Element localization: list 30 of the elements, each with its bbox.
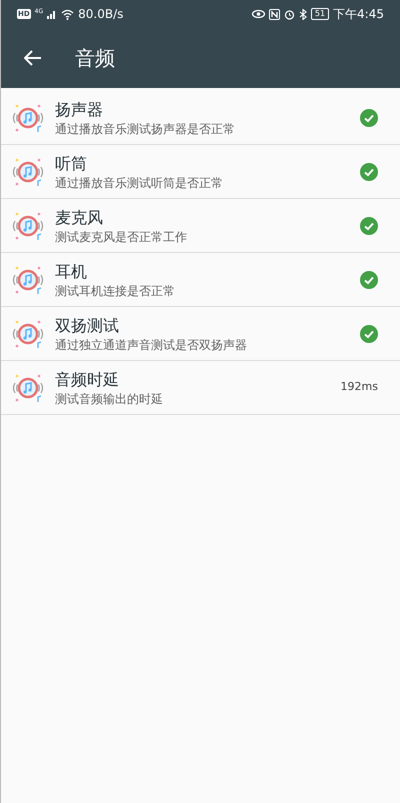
- test-description: 测试音频输出的时延: [55, 390, 164, 406]
- test-description: 通过播放音乐测试扬声器是否正常: [55, 120, 236, 136]
- network-speed: 80.0B/s: [78, 6, 124, 23]
- nfc-icon: [268, 8, 280, 20]
- test-description: 通过播放音乐测试听筒是否正常: [55, 174, 224, 190]
- clock: 下午4:45: [333, 6, 384, 23]
- test-list-item[interactable]: 扬声器 通过播放音乐测试扬声器是否正常: [1, 91, 400, 145]
- wifi-icon: [61, 8, 74, 20]
- test-list-item[interactable]: 耳机 测试耳机连接是否正常: [1, 253, 400, 307]
- test-title: 麦克风: [55, 206, 104, 228]
- test-title: 耳机: [55, 260, 88, 282]
- test-title: 听筒: [55, 152, 88, 174]
- test-list-item[interactable]: 音频时延 测试音频输出的时延 192ms: [1, 361, 400, 415]
- test-description: 通过独立通道声音测试是否双扬声器: [55, 336, 248, 352]
- page-title: 音频: [75, 45, 115, 72]
- battery-indicator: 51: [310, 8, 330, 20]
- bluetooth-icon: [298, 8, 307, 20]
- signal-icon: [47, 9, 58, 19]
- latency-value: 192ms: [340, 379, 378, 396]
- test-list-item[interactable]: 听筒 通过播放音乐测试听筒是否正常: [1, 145, 400, 199]
- test-description: 测试耳机连接是否正常: [55, 282, 176, 298]
- test-description: 测试麦克风是否正常工作: [55, 228, 188, 244]
- test-list-item[interactable]: 双扬测试 通过独立通道声音测试是否双扬声器: [1, 307, 400, 361]
- back-arrow-icon: [24, 50, 42, 66]
- test-title: 扬声器: [55, 98, 104, 120]
- alarm-icon: [284, 8, 295, 20]
- test-title: 双扬测试: [55, 314, 120, 336]
- test-list-item[interactable]: 麦克风 测试麦克风是否正常工作: [1, 199, 400, 253]
- test-title: 音频时延: [55, 368, 120, 390]
- eye-icon: [252, 9, 265, 19]
